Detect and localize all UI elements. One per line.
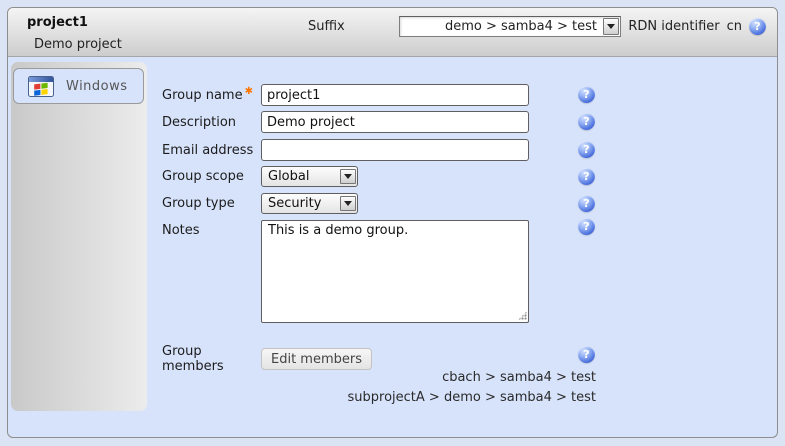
dropdown-arrow-icon[interactable] (340, 196, 356, 211)
help-icon[interactable]: ? (749, 18, 766, 35)
suffix-selected-value: demo > samba4 > test (400, 19, 602, 34)
help-icon[interactable]: ? (578, 86, 595, 103)
email-label: Email address (162, 143, 261, 158)
edit-members-button[interactable]: Edit members (261, 348, 372, 370)
group-type-label: Group type (162, 196, 261, 211)
help-icon[interactable]: ? (578, 195, 595, 212)
description-input[interactable] (261, 111, 529, 133)
group-type-select[interactable]: Security (261, 193, 358, 214)
notes-row: Notes This is a demo group. (162, 220, 529, 323)
group-name-row: Group name✱ (162, 84, 529, 106)
help-icon[interactable]: ? (578, 346, 595, 363)
notes-label: Notes (162, 220, 261, 238)
group-scope-select[interactable]: Global (261, 166, 358, 187)
tab-windows[interactable]: Windows (13, 68, 144, 104)
group-scope-selected-value: Global (262, 169, 339, 184)
rdn-area: RDN identifier cn ? (628, 18, 766, 35)
dropdown-arrow-icon[interactable] (603, 18, 619, 35)
notes-textarea[interactable]: This is a demo group. (261, 220, 529, 323)
help-icon[interactable]: ? (578, 168, 595, 185)
suffix-label: Suffix (308, 19, 345, 34)
group-name-label: Group name✱ (162, 88, 261, 103)
required-marker: ✱ (245, 86, 253, 97)
help-icon[interactable]: ? (578, 218, 595, 235)
notes-textarea-wrap: This is a demo group. (261, 220, 529, 323)
help-icon[interactable]: ? (578, 141, 595, 158)
help-icon[interactable]: ? (578, 113, 595, 130)
rdn-identifier-value: cn (727, 19, 742, 34)
dropdown-arrow-icon[interactable] (340, 169, 356, 184)
group-type-row: Group type Security (162, 193, 358, 214)
email-input[interactable] (261, 139, 529, 161)
rdn-identifier-label: RDN identifier (628, 19, 719, 34)
dialog-header: project1 Demo project Suffix demo > samb… (8, 8, 777, 57)
group-scope-row: Group scope Global (162, 166, 358, 187)
group-type-selected-value: Security (262, 196, 339, 211)
tab-sidebar: Windows (11, 62, 147, 411)
page-subtitle: Demo project (34, 37, 122, 52)
group-name-input[interactable] (261, 84, 529, 106)
description-label: Description (162, 115, 261, 130)
group-members-list: cbach > samba4 > test subprojectA > demo… (162, 368, 596, 408)
windows-logo-icon (28, 76, 54, 97)
edit-dialog-panel: project1 Demo project Suffix demo > samb… (7, 7, 778, 438)
suffix-select[interactable]: demo > samba4 > test (399, 16, 621, 37)
description-row: Description (162, 111, 529, 133)
email-row: Email address (162, 139, 529, 161)
tab-windows-label: Windows (66, 79, 128, 94)
member-entry: subprojectA > demo > samba4 > test (162, 388, 596, 408)
member-entry: cbach > samba4 > test (162, 368, 596, 388)
group-scope-label: Group scope (162, 169, 261, 184)
page-title: project1 (27, 15, 88, 30)
group-edit-page: { "header": { "title": "project1", "subt… (0, 0, 785, 446)
